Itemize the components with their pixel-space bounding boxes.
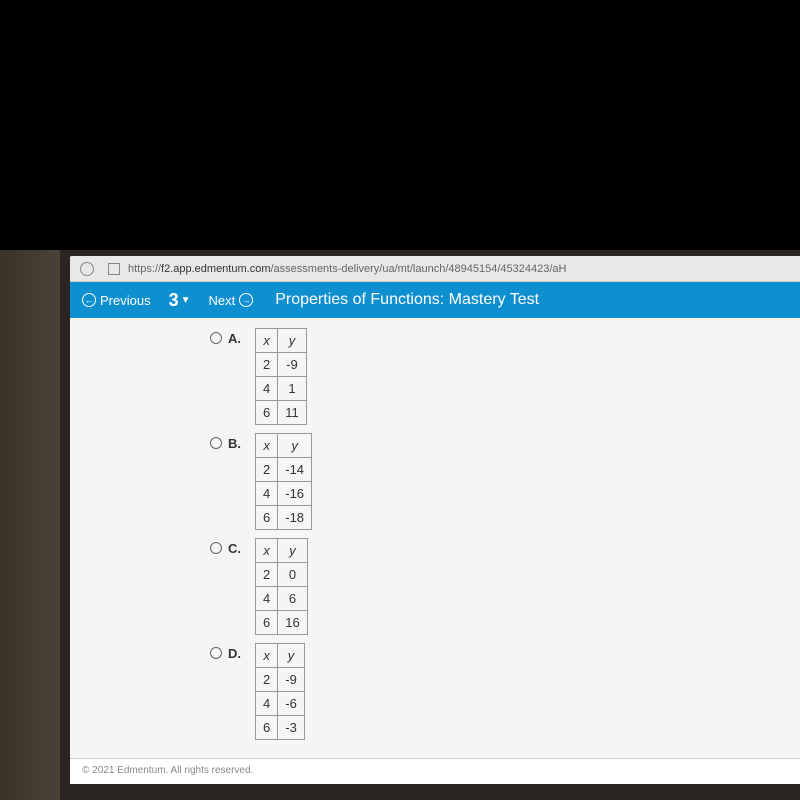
answer-option[interactable]: D. xy2-94-66-3	[210, 643, 800, 740]
x-value: 2	[256, 563, 278, 587]
x-header: x	[256, 434, 278, 458]
x-value: 4	[256, 692, 278, 716]
y-value: -14	[278, 458, 312, 482]
x-header: x	[256, 539, 278, 563]
arrow-left-icon: ←	[82, 293, 96, 307]
radio-button[interactable]	[210, 542, 222, 554]
y-value: 0	[278, 563, 307, 587]
left-edge	[0, 250, 60, 800]
table-row: 616	[256, 611, 308, 635]
table-row: 4-16	[256, 482, 312, 506]
xy-table: xy2-941611	[255, 328, 307, 425]
question-number: 3	[169, 290, 179, 311]
xy-table: xy2046616	[255, 538, 308, 635]
url-display: https://f2.app.edmentum.com/assessments-…	[128, 263, 566, 275]
y-value: -18	[278, 506, 312, 530]
xy-table: xy2-144-166-18	[255, 433, 312, 530]
y-value: -9	[278, 668, 305, 692]
y-value: -16	[278, 482, 312, 506]
x-value: 2	[256, 458, 278, 482]
y-value: 6	[278, 587, 307, 611]
radio-button[interactable]	[210, 437, 222, 449]
answer-option[interactable]: A. xy2-941611	[210, 328, 800, 425]
url-protocol: https://	[128, 263, 161, 275]
y-value: -9	[278, 353, 307, 377]
x-header: x	[256, 644, 278, 668]
table-row: 46	[256, 587, 308, 611]
url-path: /assessments-delivery/ua/mt/launch/48945…	[270, 263, 566, 275]
radio-button[interactable]	[210, 332, 222, 344]
x-value: 4	[256, 377, 278, 401]
assessment-title: Properties of Functions: Mastery Test	[275, 291, 539, 309]
option-label: D.	[228, 646, 241, 661]
question-number-dropdown[interactable]: 3 ▼	[169, 290, 191, 311]
x-value: 6	[256, 611, 278, 635]
footer-copyright: © 2021 Edmentum. All rights reserved.	[70, 758, 800, 784]
radio-button[interactable]	[210, 647, 222, 659]
next-label: Next	[209, 293, 236, 308]
table-row: 2-14	[256, 458, 312, 482]
url-domain: f2.app.edmentum.com	[161, 263, 270, 275]
option-label: A.	[228, 331, 241, 346]
y-header: y	[278, 539, 307, 563]
y-header: y	[278, 329, 307, 353]
table-row: 611	[256, 401, 307, 425]
x-value: 6	[256, 506, 278, 530]
y-header: y	[278, 434, 312, 458]
y-value: 16	[278, 611, 307, 635]
x-value: 2	[256, 353, 278, 377]
table-row: 41	[256, 377, 307, 401]
black-background	[0, 0, 800, 250]
y-value: -3	[278, 716, 305, 740]
table-row: 6-3	[256, 716, 305, 740]
table-row: 2-9	[256, 668, 305, 692]
option-label: C.	[228, 541, 241, 556]
xy-table: xy2-94-66-3	[255, 643, 305, 740]
site-info-icon[interactable]	[108, 263, 120, 275]
table-row: 4-6	[256, 692, 305, 716]
next-button[interactable]: Next →	[209, 293, 254, 308]
refresh-icon[interactable]	[80, 262, 94, 276]
assessment-nav-bar: ← Previous 3 ▼ Next → Properties of Func…	[70, 282, 800, 318]
previous-label: Previous	[100, 293, 151, 308]
x-value: 4	[256, 587, 278, 611]
arrow-right-icon: →	[239, 293, 253, 307]
table-row: 2-9	[256, 353, 307, 377]
table-row: 6-18	[256, 506, 312, 530]
x-value: 2	[256, 668, 278, 692]
option-label: B.	[228, 436, 241, 451]
x-header: x	[256, 329, 278, 353]
answer-option[interactable]: B. xy2-144-166-18	[210, 433, 800, 530]
x-value: 6	[256, 401, 278, 425]
y-value: -6	[278, 692, 305, 716]
chevron-down-icon: ▼	[181, 295, 191, 306]
previous-button[interactable]: ← Previous	[82, 293, 151, 308]
laptop-screen: https://f2.app.edmentum.com/assessments-…	[70, 256, 800, 784]
question-content: A.xy2-941611B.xy2-144-166-18C.xy2046616D…	[70, 318, 800, 758]
x-value: 4	[256, 482, 278, 506]
x-value: 6	[256, 716, 278, 740]
answer-option[interactable]: C. xy2046616	[210, 538, 800, 635]
y-header: y	[278, 644, 305, 668]
table-row: 20	[256, 563, 308, 587]
browser-toolbar: https://f2.app.edmentum.com/assessments-…	[70, 256, 800, 282]
y-value: 11	[278, 401, 307, 425]
y-value: 1	[278, 377, 307, 401]
